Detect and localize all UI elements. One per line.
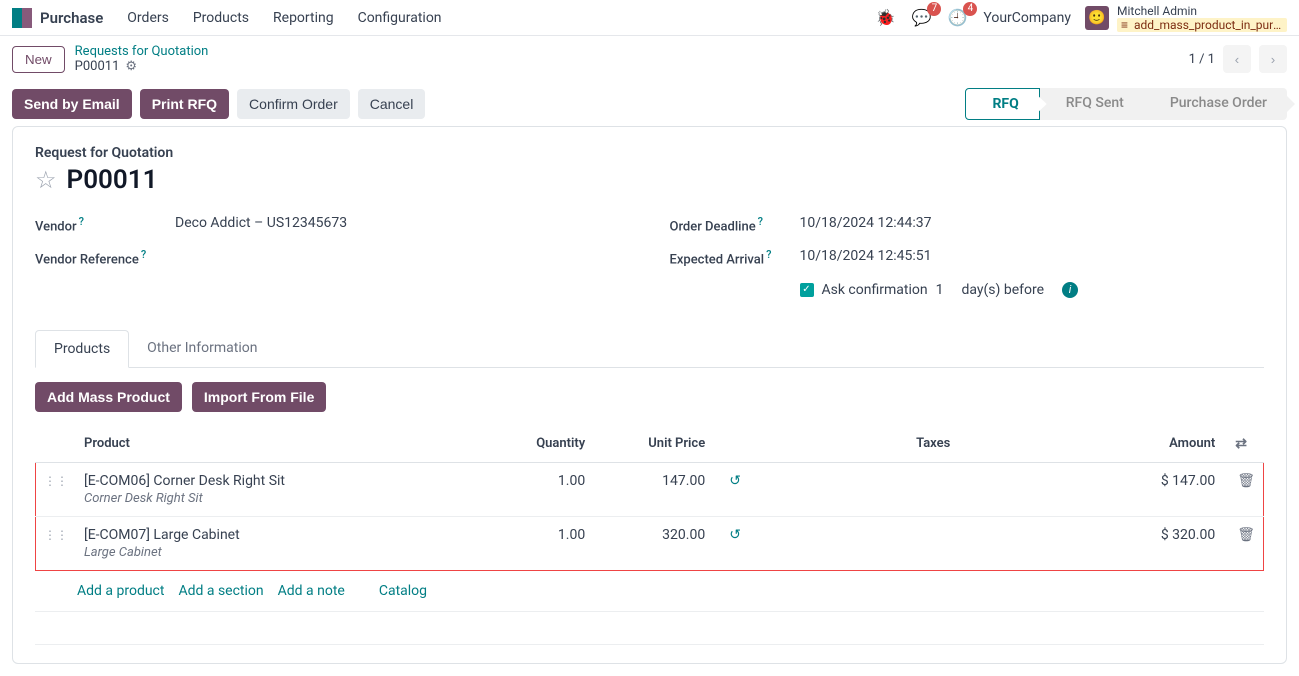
status-pipeline: RFQ RFQ Sent Purchase Order bbox=[965, 88, 1287, 120]
pager-prev-button[interactable]: ‹ bbox=[1223, 45, 1251, 73]
vendor-ref-label: Vendor Reference? bbox=[35, 248, 175, 267]
add-note-link[interactable]: Add a note bbox=[278, 583, 345, 599]
tabs: Products Other Information bbox=[35, 330, 1264, 368]
add-section-link[interactable]: Add a section bbox=[178, 583, 263, 599]
confirm-order-button[interactable]: Confirm Order bbox=[237, 89, 350, 119]
company-switcher[interactable]: YourCompany bbox=[983, 10, 1071, 26]
status-rfq[interactable]: RFQ bbox=[965, 88, 1039, 120]
top-nav: Purchase Orders Products Reporting Confi… bbox=[0, 0, 1299, 36]
line-taxes[interactable] bbox=[753, 516, 1113, 570]
tab-other-info[interactable]: Other Information bbox=[129, 330, 275, 367]
status-purchase-order[interactable]: Purchase Order bbox=[1144, 88, 1287, 120]
control-row: New Requests for Quotation P00011 ⚙ 1 / … bbox=[0, 36, 1299, 82]
pager-next-button[interactable]: › bbox=[1259, 45, 1287, 73]
ask-confirmation-label: Ask confirmation bbox=[822, 282, 928, 298]
nav-configuration[interactable]: Configuration bbox=[358, 10, 442, 26]
app-title[interactable]: Purchase bbox=[40, 9, 103, 27]
vendor-value[interactable]: Deco Addict – US12345673 bbox=[175, 215, 347, 231]
nav-products[interactable]: Products bbox=[193, 10, 249, 26]
help-icon[interactable]: ? bbox=[758, 215, 763, 228]
order-lines-table: Product Quantity Unit Price Taxes Amount… bbox=[35, 426, 1264, 571]
import-from-file-button[interactable]: Import From File bbox=[192, 382, 326, 412]
line-taxes[interactable] bbox=[753, 462, 1113, 516]
expected-label: Expected Arrival? bbox=[670, 248, 800, 267]
avatar[interactable]: 🙂 bbox=[1085, 6, 1109, 30]
record-title: P00011 bbox=[67, 165, 158, 195]
line-price[interactable]: 320.00 bbox=[593, 516, 713, 570]
help-icon[interactable]: ? bbox=[141, 248, 146, 261]
days-before-label: day(s) before bbox=[961, 282, 1044, 298]
col-taxes: Taxes bbox=[753, 426, 1113, 463]
delete-line-icon[interactable]: 🗑 bbox=[1237, 527, 1255, 543]
new-button[interactable]: New bbox=[12, 46, 65, 73]
activities-icon[interactable]: 🕘4 bbox=[947, 8, 967, 27]
tab-products[interactable]: Products bbox=[35, 330, 129, 368]
line-price[interactable]: 147.00 bbox=[593, 462, 713, 516]
form-card: Request for Quotation ☆ P00011 Vendor? D… bbox=[12, 126, 1287, 664]
drag-handle-icon[interactable]: ⋮⋮ bbox=[44, 528, 68, 542]
user-name: Mitchell Admin bbox=[1117, 4, 1287, 18]
app-logo[interactable] bbox=[12, 8, 32, 28]
messages-icon[interactable]: 💬7 bbox=[912, 8, 932, 27]
cancel-button[interactable]: Cancel bbox=[358, 89, 426, 119]
col-product: Product bbox=[76, 426, 493, 463]
ask-confirmation-days[interactable]: 1 bbox=[936, 282, 944, 298]
pager-count: 1 / 1 bbox=[1189, 52, 1215, 67]
line-product[interactable]: [E-COM06] Corner Desk Right Sit bbox=[84, 473, 485, 489]
priority-star-icon[interactable]: ☆ bbox=[35, 166, 57, 194]
action-bar: Send by Email Print RFQ Confirm Order Ca… bbox=[0, 82, 1299, 126]
col-amount: Amount bbox=[1113, 426, 1223, 463]
line-qty[interactable]: 1.00 bbox=[493, 516, 593, 570]
deadline-label: Order Deadline? bbox=[670, 215, 800, 234]
pager: 1 / 1 ‹ › bbox=[1189, 45, 1287, 73]
db-name: ≡ add_mass_product_in_purc… bbox=[1117, 18, 1287, 32]
col-quantity: Quantity bbox=[493, 426, 593, 463]
print-rfq-button[interactable]: Print RFQ bbox=[140, 89, 229, 119]
vendor-label: Vendor? bbox=[35, 215, 175, 234]
column-options-icon[interactable]: ⇄ bbox=[1235, 436, 1247, 452]
line-amount: $ 147.00 bbox=[1113, 462, 1223, 516]
breadcrumb-current: P00011 bbox=[75, 59, 120, 74]
info-icon[interactable]: i bbox=[1062, 282, 1078, 298]
help-icon[interactable]: ? bbox=[766, 248, 771, 261]
drag-handle-icon[interactable]: ⋮⋮ bbox=[44, 474, 68, 488]
line-amount: $ 320.00 bbox=[1113, 516, 1223, 570]
breadcrumb-parent[interactable]: Requests for Quotation bbox=[75, 44, 209, 59]
help-icon[interactable]: ? bbox=[79, 215, 84, 228]
messages-badge: 7 bbox=[927, 2, 941, 16]
send-email-button[interactable]: Send by Email bbox=[12, 89, 132, 119]
form-heading: Request for Quotation bbox=[35, 145, 1264, 161]
reset-price-icon[interactable]: ↺ bbox=[729, 527, 741, 543]
line-qty[interactable]: 1.00 bbox=[493, 462, 593, 516]
catalog-link[interactable]: Catalog bbox=[379, 583, 427, 599]
table-row[interactable]: ⋮⋮ [E-COM06] Corner Desk Right Sit Corne… bbox=[36, 462, 1264, 516]
nav-orders[interactable]: Orders bbox=[127, 10, 169, 26]
nav-reporting[interactable]: Reporting bbox=[273, 10, 334, 26]
user-menu[interactable]: Mitchell Admin ≡ add_mass_product_in_pur… bbox=[1117, 4, 1287, 32]
debug-icon[interactable]: 🐞 bbox=[876, 8, 896, 27]
table-row[interactable]: ⋮⋮ [E-COM07] Large Cabinet Large Cabinet… bbox=[36, 516, 1264, 570]
line-product[interactable]: [E-COM07] Large Cabinet bbox=[84, 527, 485, 543]
add-product-link[interactable]: Add a product bbox=[77, 583, 164, 599]
settings-gear-icon[interactable]: ⚙ bbox=[125, 59, 137, 74]
activities-badge: 4 bbox=[963, 2, 977, 16]
col-unit-price: Unit Price bbox=[593, 426, 713, 463]
delete-line-icon[interactable]: 🗑 bbox=[1237, 473, 1255, 489]
line-description: Large Cabinet bbox=[84, 545, 485, 560]
deadline-value[interactable]: 10/18/2024 12:44:37 bbox=[800, 215, 932, 231]
ask-confirmation-checkbox[interactable]: ✓ bbox=[800, 283, 814, 297]
expected-value[interactable]: 10/18/2024 12:45:51 bbox=[800, 248, 932, 264]
reset-price-icon[interactable]: ↺ bbox=[729, 473, 741, 489]
status-rfq-sent[interactable]: RFQ Sent bbox=[1040, 88, 1144, 120]
add-mass-product-button[interactable]: Add Mass Product bbox=[35, 382, 182, 412]
line-description: Corner Desk Right Sit bbox=[84, 491, 485, 506]
breadcrumb: Requests for Quotation P00011 ⚙ bbox=[75, 44, 209, 74]
